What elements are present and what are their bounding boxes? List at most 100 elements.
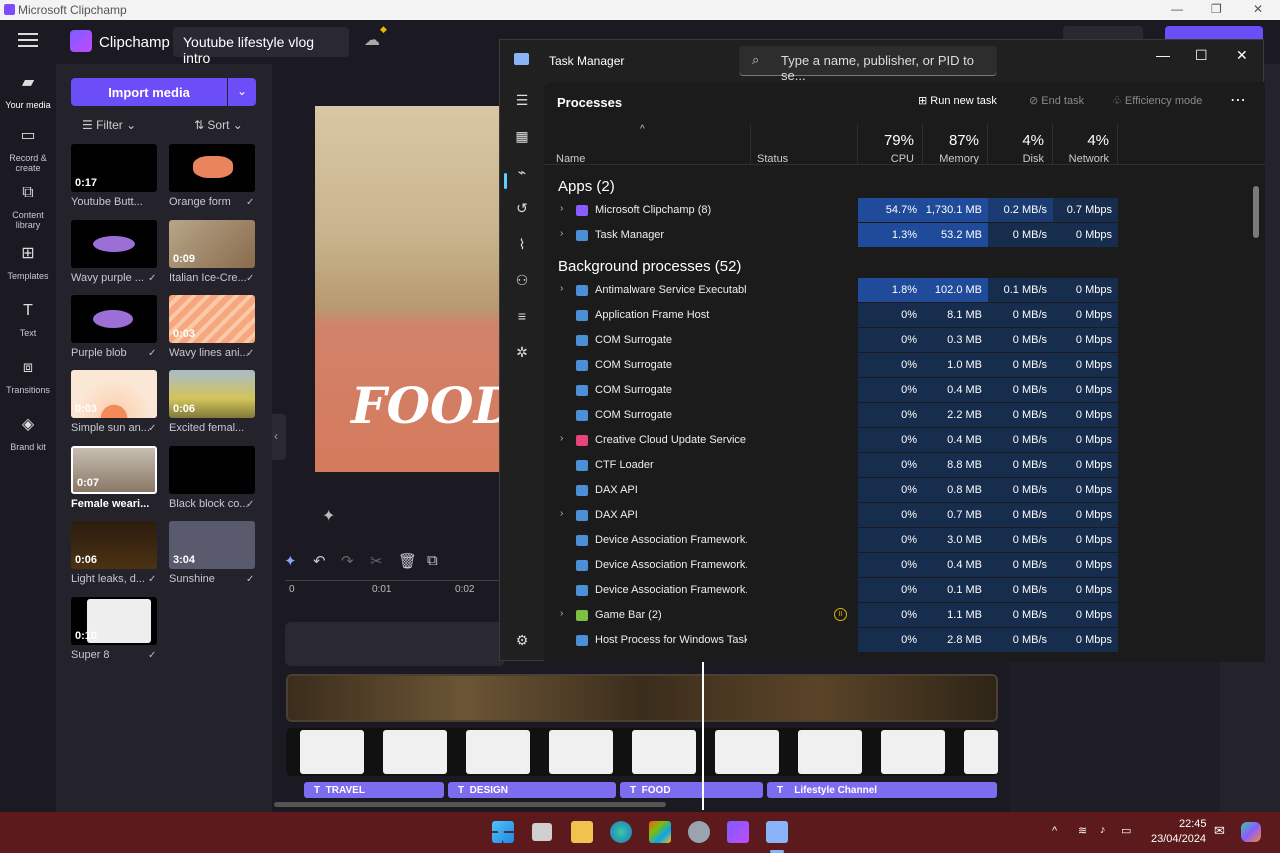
startup-apps-icon[interactable]: ⌇ [512,236,532,256]
import-media-button[interactable]: Import media [71,78,227,106]
settings-icon[interactable]: ⚙ [512,632,532,652]
playhead[interactable] [702,660,704,810]
chevron-down-icon[interactable]: ⌄ [228,78,256,106]
minimize-icon[interactable]: — [1156,47,1170,63]
edge-icon[interactable] [610,821,632,843]
duplicate-icon[interactable]: ⧉ [427,552,438,569]
process-row[interactable]: Device Association Framework... 0% 0.1 MB 0… [544,578,1265,603]
process-row[interactable]: DAX API 0% 0.8 MB 0 MB/s 0 Mbps [544,478,1265,503]
start-icon[interactable] [492,821,514,843]
video-track[interactable] [286,674,998,722]
process-row[interactable]: › Antimalware Service Executable 1.8% 102.0… [544,278,1265,303]
process-row[interactable]: › DAX API 0% 0.7 MB 0 MB/s 0 Mbps [544,503,1265,528]
close-icon[interactable]: ✕ [1253,2,1263,16]
media-tile[interactable]: 0:10 [71,597,157,645]
video-preview[interactable]: FOOD [315,106,500,472]
delete-icon[interactable]: 🗑 [398,552,417,570]
rail-brand-kit[interactable]: ◈ Brand kit [0,417,56,453]
sort-button[interactable]: ⇅ Sort ⌄ [194,118,243,132]
media-tile[interactable]: 0:06 [169,370,255,418]
maximize-icon[interactable]: ❐ [1211,2,1222,16]
chevron-up-icon[interactable]: ^ [1052,825,1057,837]
process-row[interactable]: › Task Manager 1.3% 53.2 MB 0 MB/s 0 Mbps [544,223,1265,248]
magic-icon[interactable]: ✦ [322,506,335,526]
media-tile[interactable] [71,220,157,268]
media-tile[interactable]: 0:03 [169,295,255,343]
expand-chevron-icon[interactable]: › [560,433,563,444]
text-clip[interactable]: T Lifestyle Channel [767,782,997,798]
menu-icon[interactable] [18,33,38,47]
details-icon[interactable]: ≡ [512,308,532,328]
process-row[interactable]: Application Frame Host 0% 8.1 MB 0 MB/s 0 Mb… [544,303,1265,328]
media-tile[interactable]: 0:03 [71,370,157,418]
volume-icon[interactable]: ♪ [1100,824,1106,836]
performance-icon[interactable]: ⌁ [512,164,532,184]
expand-chevron-icon[interactable]: › [560,608,563,619]
rail-templates[interactable]: ⊞ Templates [0,246,56,282]
text-clip[interactable]: T DESIGN [448,782,616,798]
efficiency-mode-button[interactable]: ♧ Efficiency mode [1112,94,1202,107]
vertical-scrollbar[interactable] [1253,186,1259,238]
media-tile[interactable]: 0:07 [71,446,157,494]
process-row[interactable]: COM Surrogate 0% 1.0 MB 0 MB/s 0 Mbps [544,353,1265,378]
media-tile[interactable] [169,144,255,192]
sparkle-icon[interactable]: ✦ [284,552,297,570]
rail-your-media[interactable]: ▰ Your media [0,75,56,111]
col-disk[interactable]: 4% Disk [988,124,1053,165]
end-task-button[interactable]: ⊘ End task [1029,94,1084,107]
battery-icon[interactable]: ▭ [1121,824,1131,837]
media-tile[interactable]: 0:09 [169,220,255,268]
process-row[interactable]: › Creative Cloud Update Service 0% 0.4 MB 0 … [544,428,1265,453]
hamburger-icon[interactable]: ☰ [512,92,532,112]
task-manager-taskbar-icon[interactable] [766,821,788,843]
close-icon[interactable]: ✕ [1236,47,1248,64]
rail-text[interactable]: T Text [0,303,56,339]
process-row[interactable]: Device Association Framework... 0% 0.4 MB 0… [544,553,1265,578]
process-row[interactable]: COM Surrogate 0% 0.3 MB 0 MB/s 0 Mbps [544,328,1265,353]
services-icon[interactable]: ✲ [512,344,532,364]
rail-record-create[interactable]: ▭ Record & create [0,128,56,174]
col-name[interactable]: ^ Name [544,124,751,165]
text-clip[interactable]: T TRAVEL [304,782,444,798]
col-network[interactable]: 4% Network [1053,124,1118,165]
expand-chevron-icon[interactable]: › [560,203,563,214]
expand-chevron-icon[interactable]: › [560,283,563,294]
process-row[interactable]: › Microsoft Clipchamp (8) 54.7% 1,730.1 MB 0… [544,198,1265,223]
wifi-icon[interactable]: ≋ [1078,824,1087,837]
minimize-icon[interactable]: — [1171,2,1183,16]
empty-track[interactable] [285,622,505,666]
text-clip[interactable]: T FOOD [620,782,763,798]
collapse-panel-button[interactable]: ‹ [272,414,286,460]
file-explorer-icon[interactable] [571,821,593,843]
process-row[interactable]: COM Surrogate 0% 0.4 MB 0 MB/s 0 Mbps [544,378,1265,403]
users-icon[interactable]: ⚇ [512,272,532,292]
overlay-track[interactable]: 🔇 [286,728,998,776]
process-row[interactable]: COM Surrogate 0% 2.2 MB 0 MB/s 0 Mbps [544,403,1265,428]
process-row[interactable]: Host Process for Windows Tasks 0% 2.8 MB 0 … [544,628,1265,653]
col-status[interactable]: Status [751,124,858,165]
redo-icon[interactable]: ↷ [341,552,354,570]
store-icon[interactable] [649,821,671,843]
undo-icon[interactable]: ↶ [313,552,326,570]
media-tile[interactable] [169,446,255,494]
rail-content-library[interactable]: ⧉ Content library [0,185,56,231]
col-memory[interactable]: 87% Memory [923,124,988,165]
maximize-icon[interactable]: ☐ [1195,47,1208,64]
filter-button[interactable]: ☰ Filter ⌄ [82,118,136,132]
rail-transitions[interactable]: ⧈ Transitions [0,360,56,396]
clipchamp-icon[interactable] [727,821,749,843]
split-icon[interactable]: ✂ [370,552,383,570]
settings-gear-icon[interactable] [688,821,710,843]
expand-chevron-icon[interactable]: › [560,228,563,239]
media-tile[interactable] [71,295,157,343]
expand-chevron-icon[interactable]: › [560,508,563,519]
app-history-icon[interactable]: ↺ [512,200,532,220]
tm-search-box[interactable]: ⌕ Type a name, publisher, or PID to se..… [739,46,997,83]
project-name-field[interactable]: Youtube lifestyle vlog intro [173,27,349,66]
copilot-icon[interactable] [1241,822,1261,842]
run-new-task-button[interactable]: ⊞ Run new task [918,94,997,107]
clock-time[interactable]: 22:45 [1179,818,1207,830]
cloud-off-icon[interactable]: ☁ [364,30,380,50]
col-cpu[interactable]: 79% CPU [858,124,923,165]
media-tile[interactable]: 3:04 [169,521,255,569]
